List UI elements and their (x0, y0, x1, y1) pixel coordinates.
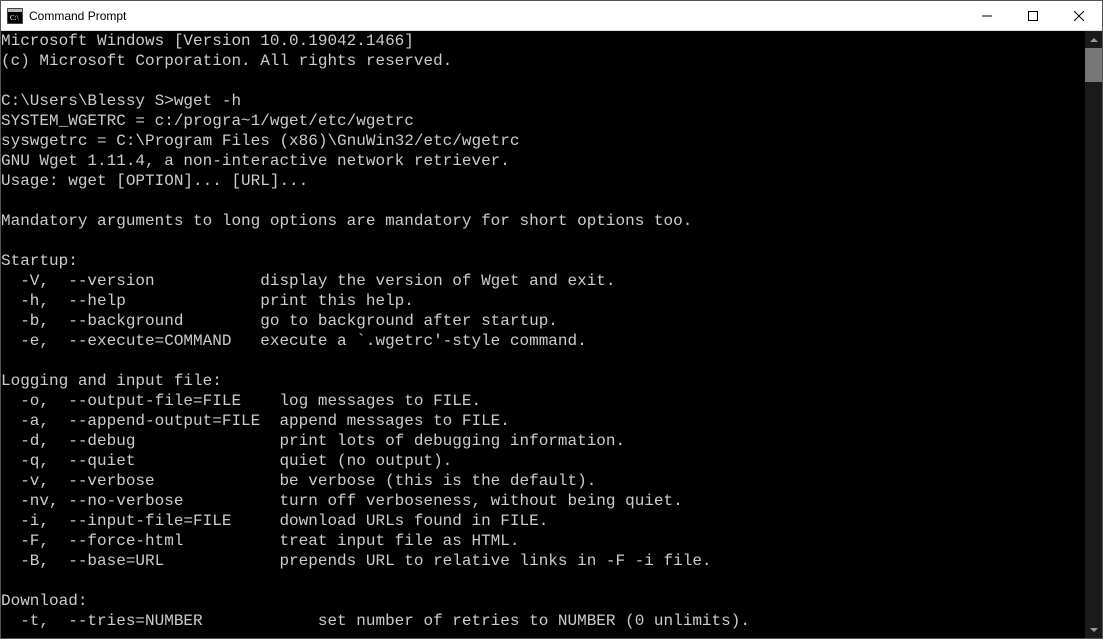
cmd-icon: C:\ (7, 8, 23, 24)
scroll-thumb[interactable] (1085, 48, 1102, 82)
command-prompt-window: C:\ Command Prompt Microsoft Windows [Ve… (0, 0, 1103, 639)
scroll-up-arrow-icon[interactable] (1085, 31, 1102, 48)
terminal-output[interactable]: Microsoft Windows [Version 10.0.19042.14… (1, 31, 1085, 638)
window-controls (964, 1, 1102, 30)
scroll-down-arrow-icon[interactable] (1085, 621, 1102, 638)
svg-text:C:\: C:\ (10, 14, 19, 22)
maximize-button[interactable] (1010, 1, 1056, 30)
vertical-scrollbar[interactable] (1085, 31, 1102, 638)
window-title: Command Prompt (29, 9, 964, 23)
titlebar[interactable]: C:\ Command Prompt (1, 1, 1102, 31)
close-button[interactable] (1056, 1, 1102, 30)
minimize-button[interactable] (964, 1, 1010, 30)
terminal-area: Microsoft Windows [Version 10.0.19042.14… (1, 31, 1102, 638)
